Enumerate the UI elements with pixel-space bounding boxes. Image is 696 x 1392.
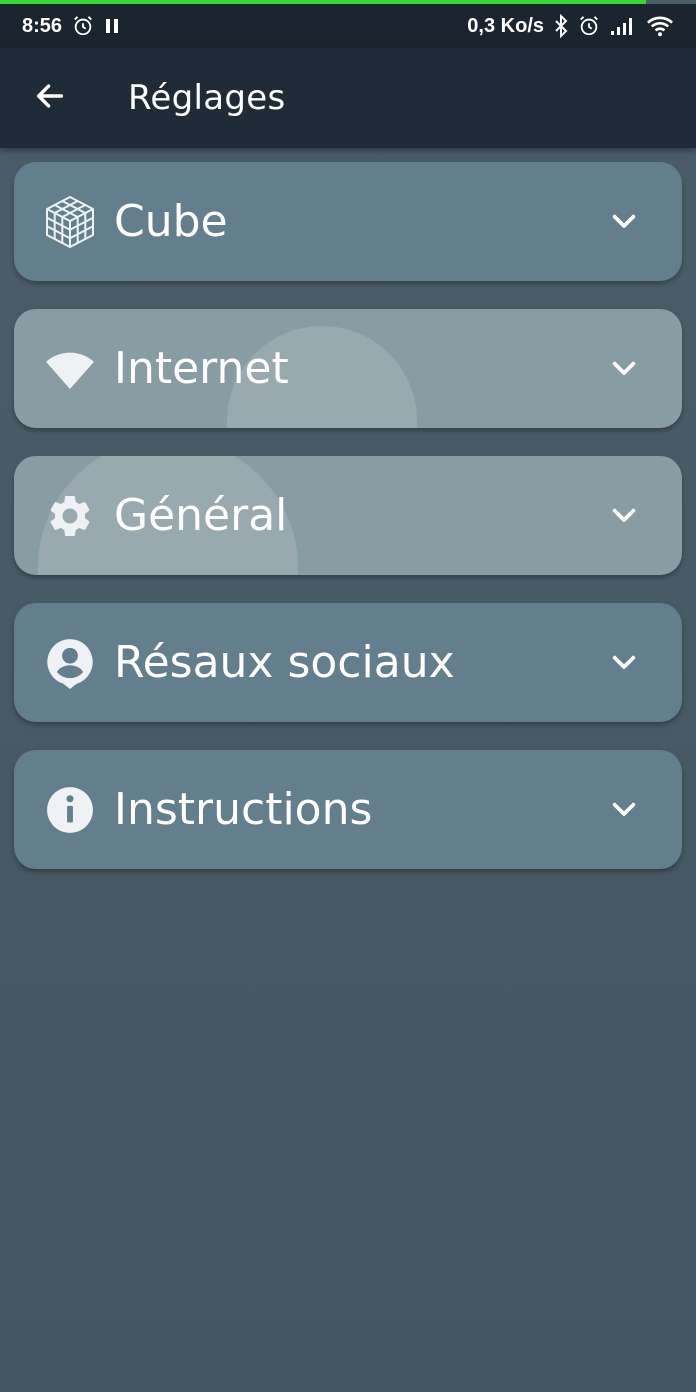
gear-icon: [44, 490, 96, 542]
chevron-down-icon[interactable]: [604, 496, 644, 536]
pause-icon: [104, 17, 120, 35]
signal-icon: [610, 16, 636, 36]
section-label: Cube: [114, 196, 228, 247]
wifi-icon: [44, 343, 96, 395]
chevron-down-icon[interactable]: [604, 349, 644, 389]
chevron-down-icon[interactable]: [604, 202, 644, 242]
section-label: Instructions: [114, 784, 373, 835]
section-label: Internet: [114, 343, 289, 394]
alarm-icon: [72, 15, 94, 37]
section-social-networks[interactable]: Résaux sociaux: [14, 603, 682, 722]
section-general[interactable]: Général: [14, 456, 682, 575]
section-cube[interactable]: Cube: [14, 162, 682, 281]
bluetooth-icon: [554, 14, 568, 38]
section-label: Résaux sociaux: [114, 637, 455, 688]
status-time: 8:56: [22, 14, 63, 37]
status-bar-right: 0,3 Ko/s: [467, 14, 674, 38]
chevron-down-icon[interactable]: [604, 790, 644, 830]
alarm-icon: [578, 15, 600, 37]
network-speed: 0,3 Ko/s: [467, 14, 544, 37]
info-icon: [44, 784, 96, 836]
arrow-left-icon: [33, 79, 67, 117]
status-bar-left: 8:56: [22, 15, 120, 38]
status-bar: 8:56 0,3 Ko/s: [0, 4, 696, 48]
page-title: Réglages: [128, 78, 286, 118]
section-label: Général: [114, 490, 288, 541]
back-button[interactable]: [20, 68, 80, 128]
cube-icon: [44, 195, 96, 248]
settings-section-list: Cube Internet Général Résaux sociaux Ins…: [14, 162, 682, 897]
app-bar: Réglages: [0, 48, 696, 148]
account-icon: [44, 637, 96, 689]
wifi-icon: [646, 15, 674, 37]
chevron-down-icon[interactable]: [604, 643, 644, 683]
section-instructions[interactable]: Instructions: [14, 750, 682, 869]
section-internet[interactable]: Internet: [14, 309, 682, 428]
